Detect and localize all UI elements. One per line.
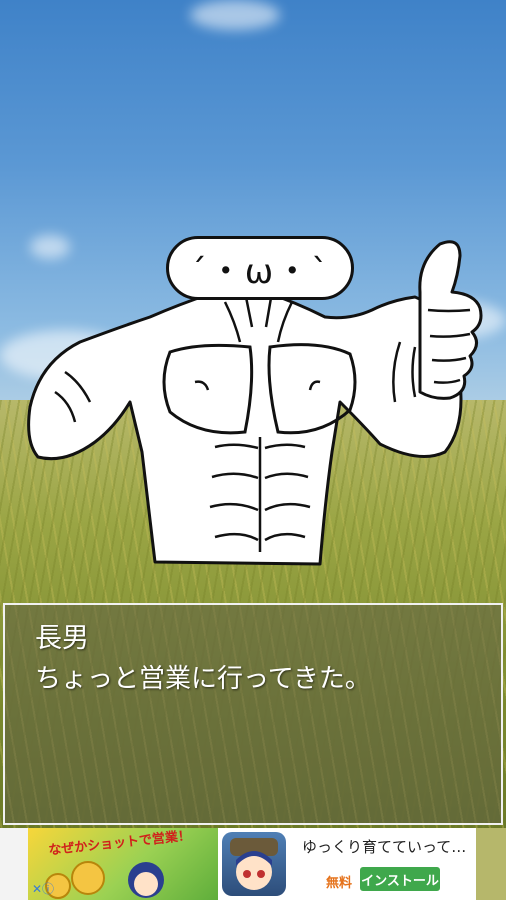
ad-character-art — [45, 861, 164, 899]
game-scene[interactable]: ´・ω・` 長男 ちょっと営業に行ってきた。 なぜかショットで営業！ ✕ⓘ ゆっ… — [0, 0, 506, 900]
ad-title[interactable]: ゆっくり育てていって… — [302, 836, 466, 857]
ad-choices-icon[interactable]: ✕ⓘ — [32, 880, 54, 897]
ad-edge-left — [0, 828, 28, 900]
character-face: ´・ω・` — [166, 236, 354, 300]
face-emoticon: ´・ω・` — [189, 251, 331, 292]
ad-app-icon[interactable] — [222, 832, 286, 896]
ad-install-button[interactable]: インストール — [360, 867, 440, 891]
ad-edge-right — [476, 828, 506, 900]
ad-price-label: 無料 — [326, 876, 353, 891]
ad-banner[interactable]: なぜかショットで営業！ ✕ⓘ ゆっくり育てていって… 無料 インストール — [0, 828, 506, 900]
ad-art-image[interactable]: なぜかショットで営業！ ✕ⓘ — [28, 828, 218, 900]
dialogue-text: ちょっと営業に行ってきた。 — [35, 664, 371, 694]
ad-app-character-icon — [230, 838, 278, 890]
speaker-name: 長男 — [35, 623, 89, 654]
dialogue-box[interactable]: 長男 ちょっと営業に行ってきた。 — [3, 603, 503, 825]
